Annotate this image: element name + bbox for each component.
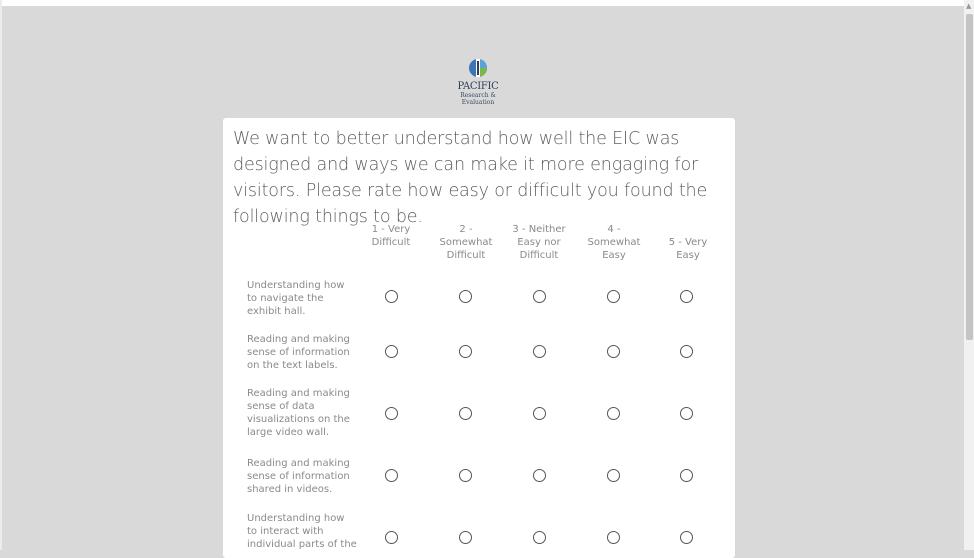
radio-row5-very-difficult[interactable]	[385, 531, 398, 544]
radio-row5-somewhat-easy[interactable]	[607, 531, 620, 544]
radio-row5-neither[interactable]	[533, 531, 546, 544]
radio-row2-very-easy[interactable]	[680, 345, 693, 358]
column-header-neither: 3 - Neither Easy nor Difficult	[512, 224, 566, 261]
radio-row4-somewhat-easy[interactable]	[607, 469, 620, 482]
logo-text-line2: Research &	[460, 92, 496, 99]
radio-row3-somewhat-difficult[interactable]	[459, 407, 472, 420]
survey-card: We want to better understand how well th…	[223, 118, 735, 558]
row-label-text-labels: Reading and making sense of information …	[247, 334, 350, 371]
row-label-data-visualizations: Reading and making sense of data visuali…	[247, 388, 350, 438]
radio-row2-very-difficult[interactable]	[385, 345, 398, 358]
radio-row1-somewhat-easy[interactable]	[607, 290, 620, 303]
row-label-interact-parts: Understanding how to interact with indiv…	[247, 513, 357, 550]
radio-row2-somewhat-difficult[interactable]	[459, 345, 472, 358]
column-header-very-difficult: 1 - Very Difficult	[371, 224, 411, 248]
pacific-logo: PACIFIC Research & Evaluation	[443, 57, 513, 106]
radio-row5-somewhat-difficult[interactable]	[459, 531, 472, 544]
question-text: We want to better understand how well th…	[233, 129, 708, 227]
radio-row1-very-easy[interactable]	[680, 290, 693, 303]
window-top-edge	[0, 0, 974, 6]
radio-row4-very-easy[interactable]	[680, 469, 693, 482]
radio-row3-neither[interactable]	[533, 407, 546, 420]
radio-row4-very-difficult[interactable]	[385, 469, 398, 482]
logo-icon	[469, 59, 487, 77]
logo-text-line3: Evaluation	[461, 99, 495, 106]
radio-row4-somewhat-difficult[interactable]	[459, 469, 472, 482]
row-label-videos: Reading and making sense of information …	[247, 458, 350, 495]
column-header-somewhat-easy: 4 - Somewhat Easy	[587, 224, 641, 261]
row-label-navigate-hall: Understanding how to navigate the exhibi…	[247, 280, 345, 317]
scrollbar-thumb[interactable]	[966, 14, 973, 340]
column-header-very-easy: 5 - Very Easy	[668, 237, 708, 261]
radio-row1-somewhat-difficult[interactable]	[459, 290, 472, 303]
radio-row1-very-difficult[interactable]	[385, 290, 398, 303]
radio-row2-neither[interactable]	[533, 345, 546, 358]
radio-row3-very-easy[interactable]	[680, 407, 693, 420]
radio-row1-neither[interactable]	[533, 290, 546, 303]
radio-row3-somewhat-easy[interactable]	[607, 407, 620, 420]
radio-row4-neither[interactable]	[533, 469, 546, 482]
radio-row5-very-easy[interactable]	[680, 531, 693, 544]
column-header-somewhat-difficult: 2 - Somewhat Difficult	[439, 224, 493, 261]
scroll-up-arrow-icon[interactable]: ▲	[966, 2, 971, 10]
window-left-edge	[0, 0, 2, 550]
logo-text-line1: PACIFIC	[457, 81, 499, 92]
radio-row2-somewhat-easy[interactable]	[607, 345, 620, 358]
radio-row3-very-difficult[interactable]	[385, 407, 398, 420]
